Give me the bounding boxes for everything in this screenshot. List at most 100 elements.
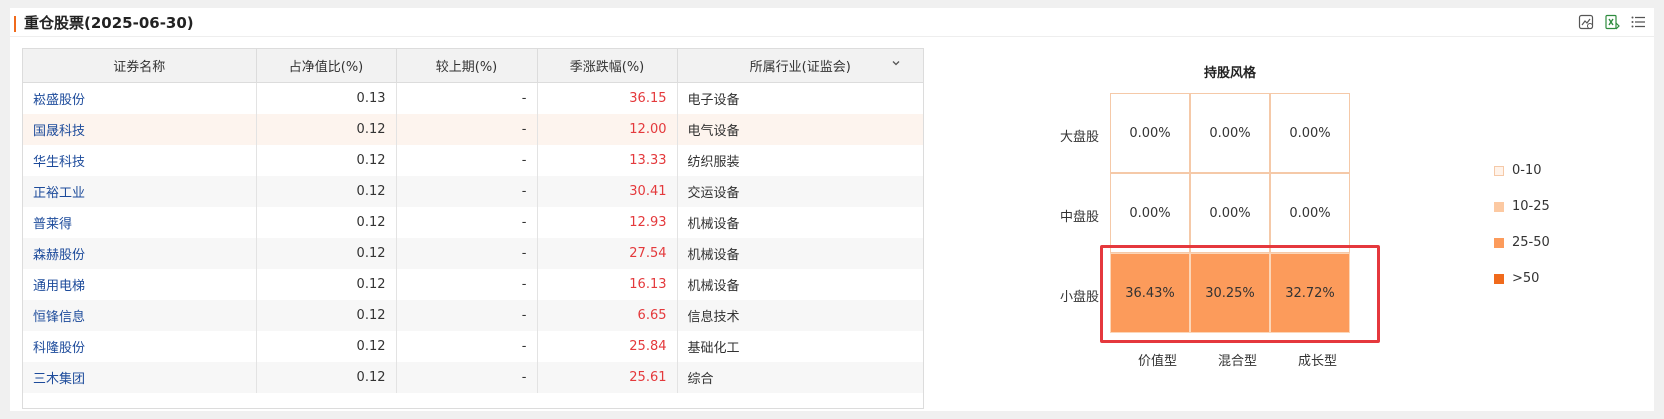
legend-label: 10-25 xyxy=(1512,199,1550,214)
industry-cell: 综合 xyxy=(677,361,923,393)
col-label-growth: 成长型 xyxy=(1298,354,1338,369)
table-row: 国晟科技 0.12 - 12.00 电气设备 xyxy=(23,113,923,145)
legend-item: 0-10 xyxy=(1494,163,1542,178)
ratio-cell: 0.12 xyxy=(256,206,397,238)
toolbar xyxy=(1578,14,1646,30)
quarter-change-cell: 36.15 xyxy=(537,82,678,114)
change-cell: - xyxy=(396,268,538,300)
industry-cell: 信息技术 xyxy=(677,299,923,331)
panel-title: 重仓股票(2025-06-30) xyxy=(24,14,194,32)
legend-swatch xyxy=(1494,201,1504,212)
change-cell: - xyxy=(396,237,538,269)
quarter-change-cell: 6.65 xyxy=(537,299,678,331)
legend-label: 0-10 xyxy=(1512,163,1542,178)
quarter-change-cell: 27.54 xyxy=(537,237,678,269)
holdings-panel: 重仓股票(2025-06-30) 证券名称 占净值比(%) 较上期(%) 季涨跌… xyxy=(10,8,1654,411)
heatmap-cell[interactable]: 0.00% xyxy=(1270,173,1350,253)
col-label-blend: 混合型 xyxy=(1218,354,1258,369)
industry-cell: 机械设备 xyxy=(677,237,923,269)
quarter-change-cell: 25.84 xyxy=(537,330,678,362)
legend-swatch xyxy=(1494,237,1504,248)
change-cell: - xyxy=(396,144,538,176)
legend-item: 25-50 xyxy=(1494,235,1550,250)
chart-settings-icon[interactable] xyxy=(1578,14,1594,30)
heatmap-cell[interactable]: 0.00% xyxy=(1110,173,1190,253)
col-header-quarter[interactable]: 季涨跌幅(%) xyxy=(537,49,678,83)
legend-item: 10-25 xyxy=(1494,199,1550,214)
table-row: 普莱得 0.12 - 12.93 机械设备 xyxy=(23,206,923,238)
stock-name-link[interactable]: 华生科技 xyxy=(23,144,257,176)
table-row: 通用电梯 0.12 - 16.13 机械设备 xyxy=(23,268,923,300)
ratio-cell: 0.12 xyxy=(256,330,397,362)
stock-name-link[interactable]: 通用电梯 xyxy=(23,268,257,300)
stock-name-link[interactable]: 崧盛股份 xyxy=(23,82,257,114)
heatmap-cell[interactable]: 0.00% xyxy=(1190,173,1270,253)
change-cell: - xyxy=(396,361,538,393)
legend-swatch xyxy=(1494,273,1504,284)
col-header-name[interactable]: 证券名称 xyxy=(23,49,257,83)
quarter-change-cell: 13.33 xyxy=(537,144,678,176)
industry-cell: 基础化工 xyxy=(687,340,740,356)
highlight-box xyxy=(1100,245,1380,343)
industry-cell: 机械设备 xyxy=(687,216,740,232)
table-row: 三木集团 0.12 - 25.61 综合 xyxy=(23,361,923,393)
col-header-change[interactable]: 较上期(%) xyxy=(396,49,538,83)
quarter-change-cell: 30.41 xyxy=(537,175,678,207)
ratio-cell: 0.12 xyxy=(256,144,397,176)
change-cell: - xyxy=(396,206,538,238)
ratio-cell: 0.13 xyxy=(256,82,397,114)
holdings-table: 证券名称 占净值比(%) 较上期(%) 季涨跌幅(%) 所属行业(证监会) 崧盛… xyxy=(22,48,924,409)
table-header-row: 证券名称 占净值比(%) 较上期(%) 季涨跌幅(%) 所属行业(证监会) xyxy=(23,49,923,83)
quarter-change-cell: 12.00 xyxy=(537,113,678,145)
style-box-title: 持股风格 xyxy=(1204,66,1257,81)
table-row: 华生科技 0.12 - 13.33 纺织服装 xyxy=(23,144,923,176)
ratio-cell: 0.12 xyxy=(256,237,397,269)
change-cell: - xyxy=(396,82,538,114)
heatmap-cell[interactable]: 0.00% xyxy=(1110,93,1190,173)
stock-name-link[interactable]: 普莱得 xyxy=(23,206,257,238)
table-row: 崧盛股份 0.13 - 36.15 电子设备 xyxy=(23,82,923,114)
excel-export-icon[interactable] xyxy=(1604,14,1620,30)
table-row: 森赫股份 0.12 - 27.54 机械设备 xyxy=(23,237,923,269)
quarter-change-cell: 12.93 xyxy=(537,206,678,238)
industry-header-label: 所属行业(证监会) xyxy=(749,60,851,75)
table-row: 正裕工业 0.12 - 30.41 交运设备 xyxy=(23,175,923,207)
row-label-mid-cap: 中盘股 xyxy=(1060,210,1100,225)
industry-cell: 纺织服装 xyxy=(687,154,740,170)
row-label-large-cap: 大盘股 xyxy=(1060,130,1100,145)
industry-cell: 机械设备 xyxy=(687,278,740,294)
change-cell: - xyxy=(396,113,538,145)
table-row: 恒锋信息 0.12 - 6.65 信息技术 xyxy=(23,299,923,331)
chevron-down-icon[interactable] xyxy=(891,58,901,68)
change-cell: - xyxy=(396,175,538,207)
stock-name-link[interactable]: 恒锋信息 xyxy=(23,299,257,331)
quarter-change-cell: 25.61 xyxy=(537,361,678,393)
stock-name-link[interactable]: 三木集团 xyxy=(23,361,257,393)
stock-name-link[interactable]: 森赫股份 xyxy=(23,237,257,269)
list-menu-icon[interactable] xyxy=(1630,14,1646,30)
col-label-value: 价值型 xyxy=(1138,354,1178,369)
ratio-cell: 0.12 xyxy=(256,113,397,145)
ratio-cell: 0.12 xyxy=(256,175,397,207)
heatmap-cell[interactable]: 0.00% xyxy=(1270,93,1350,173)
ratio-cell: 0.12 xyxy=(256,299,397,331)
industry-cell: 电子设备 xyxy=(687,92,740,108)
stock-name-link[interactable]: 科隆股份 xyxy=(23,330,257,362)
col-header-ratio[interactable]: 占净值比(%) xyxy=(256,49,397,83)
legend-label: 25-50 xyxy=(1512,235,1550,250)
col-header-industry[interactable]: 所属行业(证监会) xyxy=(677,49,923,83)
stock-name-link[interactable]: 国晟科技 xyxy=(23,113,257,145)
stock-name-link[interactable]: 正裕工业 xyxy=(23,175,257,207)
legend-swatch xyxy=(1494,165,1504,176)
industry-cell: 交运设备 xyxy=(677,175,923,207)
legend-label: >50 xyxy=(1512,271,1540,286)
ratio-cell: 0.12 xyxy=(256,361,397,393)
table-row: 科隆股份 0.12 - 25.84 基础化工 xyxy=(23,330,923,362)
change-cell: - xyxy=(396,299,538,331)
industry-cell: 电气设备 xyxy=(677,113,923,145)
legend-item: >50 xyxy=(1494,271,1539,286)
title-accent-bar xyxy=(14,16,16,32)
heatmap-cell[interactable]: 0.00% xyxy=(1190,93,1270,173)
row-label-small-cap: 小盘股 xyxy=(1060,290,1100,305)
quarter-change-cell: 16.13 xyxy=(537,268,678,300)
